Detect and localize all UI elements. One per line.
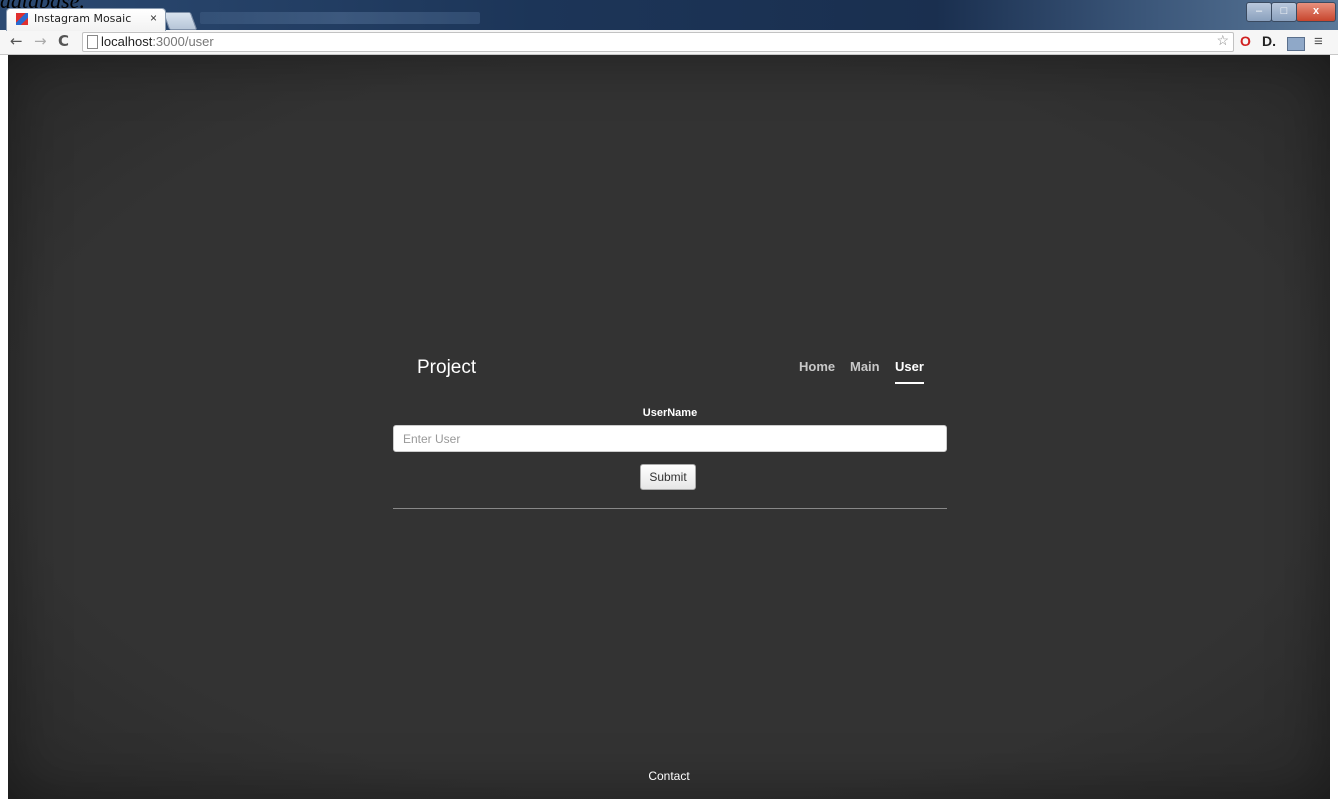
url-path: :3000/user — [152, 34, 214, 49]
minimize-button[interactable]: – — [1246, 2, 1272, 22]
footer-contact[interactable]: Contact — [8, 769, 1330, 783]
d-extension-icon[interactable]: D. — [1262, 33, 1276, 49]
browser-window: Instagram Mosaic × – □ x ← → C localhost… — [0, 0, 1338, 799]
url-host: localhost — [101, 34, 153, 49]
tab-close-icon[interactable]: × — [150, 11, 157, 25]
address-bar[interactable]: localhost:3000/user ☆ — [82, 32, 1234, 52]
maximize-button[interactable]: □ — [1271, 2, 1297, 22]
opera-extension-icon[interactable]: O — [1240, 33, 1251, 49]
back-arrow-icon[interactable]: ← — [10, 32, 23, 50]
page-icon — [87, 35, 98, 49]
tab-title: Instagram Mosaic — [34, 12, 132, 25]
menu-icon[interactable]: ≡ — [1314, 33, 1323, 50]
bookmark-star-icon[interactable]: ☆ — [1216, 32, 1229, 49]
forward-arrow-icon[interactable]: → — [34, 32, 47, 50]
favicon-icon — [16, 13, 28, 25]
background-tabs — [200, 12, 480, 24]
url-text: localhost:3000/user — [101, 34, 214, 49]
nav-link-home[interactable]: Home — [799, 359, 835, 374]
browser-toolbar: ← → C localhost:3000/user ☆ O D. ≡ — [0, 30, 1338, 55]
username-label: UserName — [642, 407, 698, 419]
cast-extension-icon[interactable] — [1287, 37, 1305, 51]
submit-button[interactable]: Submit — [640, 464, 696, 490]
username-input[interactable] — [393, 425, 947, 452]
active-nav-underline — [895, 382, 924, 384]
reload-icon[interactable]: C — [58, 32, 69, 50]
brand-title[interactable]: Project — [417, 357, 476, 379]
nav-link-user[interactable]: User — [895, 359, 924, 374]
page-viewport: Project Home Main User UserName Submit C… — [8, 55, 1330, 799]
new-tab-button[interactable] — [162, 12, 198, 30]
close-window-button[interactable]: x — [1296, 2, 1336, 22]
nav-link-main[interactable]: Main — [850, 359, 880, 374]
divider — [393, 508, 947, 509]
title-bar: Instagram Mosaic × – □ x — [0, 0, 1338, 31]
tab-instagram-mosaic[interactable]: Instagram Mosaic × — [6, 8, 166, 31]
